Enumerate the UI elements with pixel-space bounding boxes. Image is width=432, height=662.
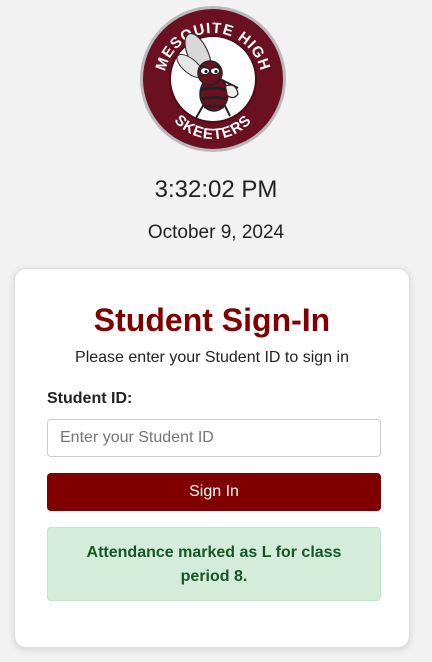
sign-in-button[interactable]: Sign In bbox=[47, 473, 381, 511]
current-time: 3:32:02 PM bbox=[154, 176, 278, 203]
page-title: Student Sign-In bbox=[93, 302, 331, 338]
mosquito-mascot-logo: MESQUITE HIGH SKEETERS bbox=[140, 6, 286, 152]
current-date: October 9, 2024 bbox=[147, 222, 285, 243]
school-logo: MESQUITE HIGH SKEETERS bbox=[138, 4, 288, 154]
student-id-input[interactable] bbox=[47, 419, 381, 457]
sign-in-card: Student Sign-In Please enter your Studen… bbox=[14, 268, 410, 648]
student-id-label: Student ID: bbox=[47, 390, 133, 407]
attendance-alert: Attendance marked as L for class period … bbox=[47, 527, 381, 601]
instructions-text: Please enter your Student ID to sign in bbox=[75, 349, 349, 366]
